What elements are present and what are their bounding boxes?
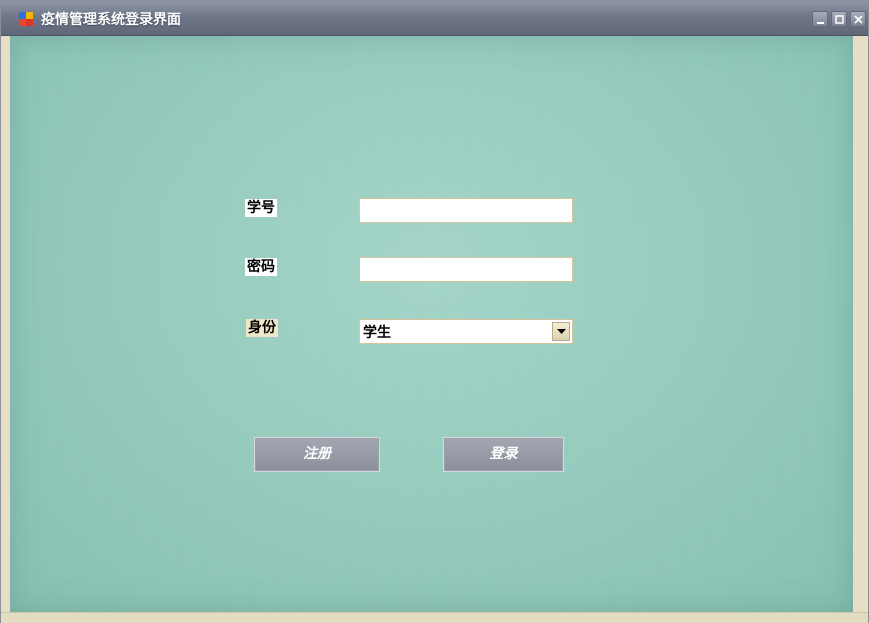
- close-button[interactable]: [850, 11, 866, 27]
- maximize-icon: [835, 15, 844, 24]
- title-bar[interactable]: 疫情管理系统登录界面: [1, 1, 868, 36]
- role-label: 身份: [246, 319, 278, 337]
- window-bottom-border: [1, 612, 868, 623]
- login-button[interactable]: 登录: [443, 437, 564, 472]
- role-select[interactable]: 学生: [359, 319, 573, 344]
- minimize-button[interactable]: [812, 11, 828, 27]
- password-label: 密码: [245, 258, 277, 276]
- student-id-field[interactable]: [359, 198, 573, 223]
- chevron-down-icon: [557, 329, 566, 334]
- role-select-value: 学生: [363, 325, 391, 341]
- maximize-button[interactable]: [831, 11, 847, 27]
- register-button[interactable]: 注册: [254, 437, 380, 472]
- app-icon: [19, 11, 33, 26]
- window-title: 疫情管理系统登录界面: [41, 12, 181, 28]
- student-id-label: 学号: [245, 199, 277, 217]
- close-icon: [854, 15, 863, 24]
- password-field[interactable]: [359, 257, 573, 282]
- minimize-icon: [817, 22, 824, 24]
- role-dropdown-button[interactable]: [552, 322, 570, 341]
- login-window: 疫情管理系统登录界面 学号 密码 身份 学生 注册 登录: [0, 0, 869, 623]
